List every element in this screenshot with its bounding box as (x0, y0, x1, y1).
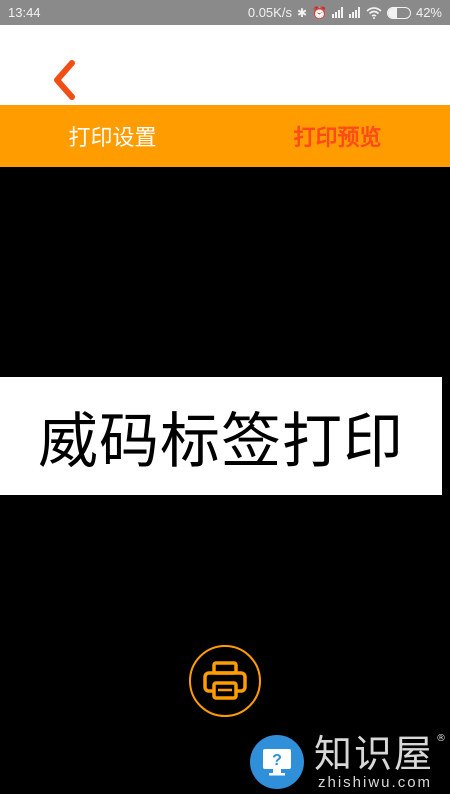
chevron-left-icon (54, 60, 75, 100)
status-time: 13:44 (8, 5, 41, 20)
label-preview: 威码标签打印 (0, 377, 442, 495)
top-bar (0, 25, 450, 105)
printer-icon (203, 661, 247, 700)
print-button[interactable] (189, 645, 261, 717)
registered-mark: ® (436, 733, 446, 744)
signal-icon (331, 7, 343, 18)
tab-bar: 打印设置 打印预览 (0, 105, 450, 167)
battery-percent: 42% (415, 5, 442, 20)
alarm-icon: ⏰ (312, 5, 327, 20)
svg-text:?: ? (272, 752, 282, 769)
bottom-strip (0, 794, 450, 800)
watermark-cn: 知识屋 (314, 731, 435, 776)
bluetooth-icon: ✱ (296, 5, 308, 20)
watermark-en: zhishiwu.com (318, 773, 433, 791)
wifi-icon (366, 6, 382, 19)
question-monitor-icon: ? (250, 735, 304, 789)
status-bar: 13:44 0.05K/s ✱ ⏰ 42% (0, 0, 450, 25)
back-button[interactable] (44, 55, 84, 105)
tab-print-settings[interactable]: 打印设置 (0, 105, 225, 167)
status-icons: 0.05K/s ✱ ⏰ 42% (248, 5, 442, 20)
tab-print-preview[interactable]: 打印预览 (225, 105, 450, 167)
network-speed: 0.05K/s (247, 5, 292, 20)
watermark: ? 知识屋 zhishiwu.com ® (250, 729, 450, 795)
watermark-text: 知识屋 zhishiwu.com (314, 734, 434, 791)
battery-icon (386, 6, 411, 19)
battery-fill (387, 7, 398, 18)
signal-icon (348, 7, 360, 18)
preview-area: 威码标签打印 ? 知识屋 zhishiwu.com ® (0, 167, 450, 800)
